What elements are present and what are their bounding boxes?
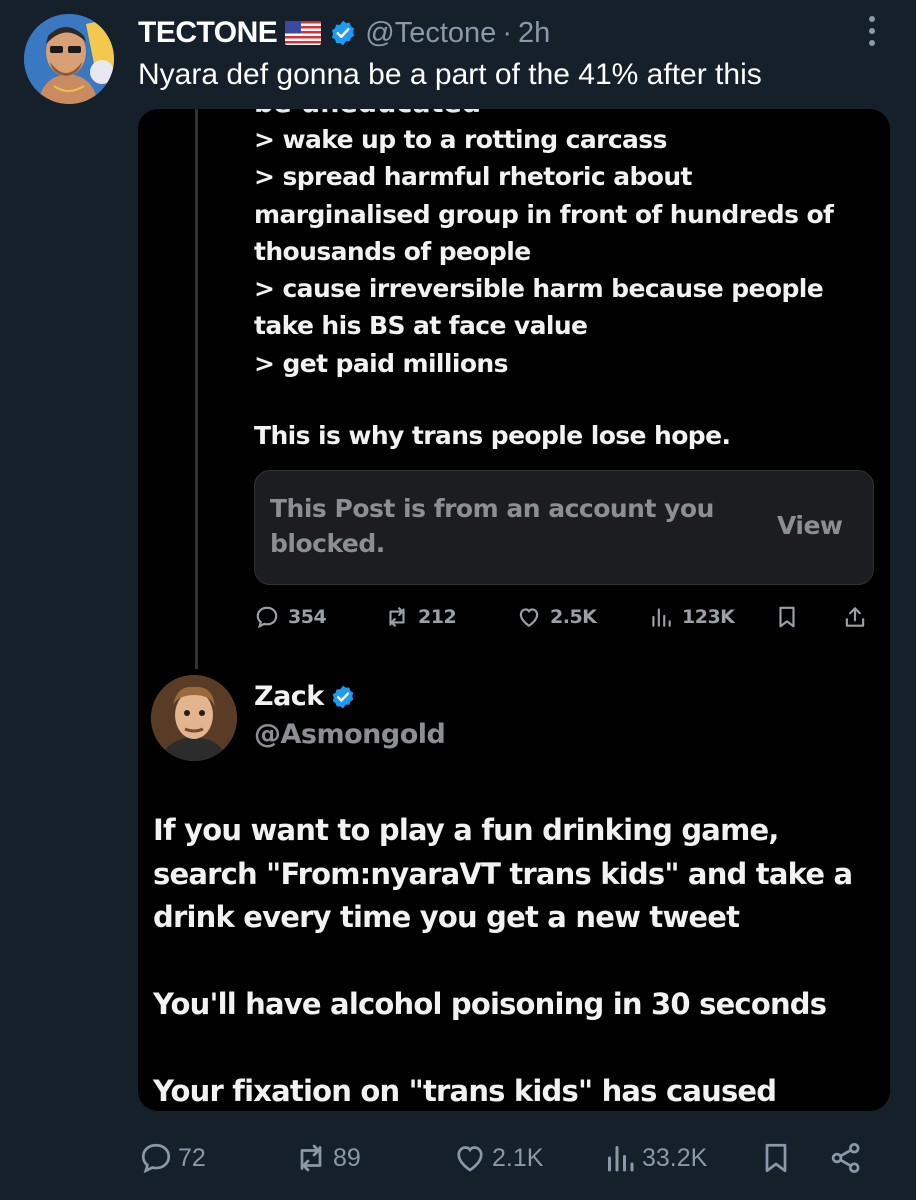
- post-time[interactable]: 2h: [518, 17, 550, 50]
- share-icon: [831, 1143, 860, 1173]
- blocked-post-notice: This Post is from an account you blocked…: [254, 470, 874, 585]
- thread-line: [195, 109, 198, 669]
- embedded-repost-count: 212: [418, 606, 457, 628]
- repost-count: 89: [333, 1143, 361, 1172]
- quote-blank-line: [153, 1027, 883, 1071]
- header-separator: ·: [502, 16, 512, 49]
- view-button[interactable]: View: [777, 511, 843, 540]
- embedded-bookmark[interactable]: [774, 602, 808, 632]
- quote-text: If you want to play a fun drinking game,…: [153, 809, 883, 1111]
- quote-avatar-image: [151, 675, 237, 761]
- share-button[interactable]: [828, 1138, 868, 1178]
- author-handle[interactable]: @Tectone: [365, 17, 496, 50]
- bookmark-button[interactable]: [758, 1138, 798, 1178]
- like-button[interactable]: 2.1K: [452, 1138, 543, 1178]
- views-icon: [652, 608, 671, 627]
- cut-off-text: be uneducated: [254, 109, 481, 119]
- views-icon: [608, 1146, 634, 1172]
- post-action-bar: 72 89 2.1K 33.2K: [138, 1138, 890, 1178]
- quote-author-name-row: Zack: [254, 681, 356, 712]
- quote-text-line: drink every time you get a new tweet: [153, 900, 740, 934]
- blocked-notice-text: This Post is from an account you blocked…: [270, 494, 714, 558]
- quote-text-line: search "From:nyaraVT trans kids" and tak…: [153, 856, 853, 891]
- embedded-like[interactable]: 2.5K: [516, 602, 597, 632]
- embedded-text-line: thousands of people: [254, 236, 531, 266]
- post: TECTONE @Tectone · 2h Nyara def gonna be…: [0, 0, 916, 1200]
- like-count: 2.1K: [492, 1143, 544, 1172]
- embedded-text-line: > get paid millions: [254, 348, 508, 378]
- post-media-image[interactable]: be uneducated > wake up to a rotting car…: [138, 109, 890, 1111]
- embedded-like-count: 2.5K: [550, 606, 597, 628]
- reply-icon: [141, 1143, 171, 1174]
- embedded-reply[interactable]: 354: [254, 602, 327, 632]
- bookmark-icon: [765, 1143, 787, 1173]
- author-avatar[interactable]: [24, 14, 114, 104]
- quote-author-name: Zack: [254, 681, 324, 712]
- more-options-icon[interactable]: [862, 14, 882, 48]
- embedded-conclusion: This is why trans people lose hope.: [254, 421, 731, 450]
- bookmark-icon: [779, 606, 795, 628]
- reply-count: 72: [178, 1143, 206, 1172]
- reply-button[interactable]: 72: [138, 1138, 206, 1178]
- reply-icon: [256, 606, 278, 629]
- embedded-post-text: > wake up to a rotting carcass > spread …: [254, 121, 874, 382]
- embedded-text-line: > spread harmful rhetoric about: [254, 162, 693, 192]
- embedded-repost[interactable]: 212: [384, 602, 457, 632]
- quote-author-handle: @Asmongold: [254, 719, 446, 750]
- share-icon: [845, 607, 865, 627]
- embedded-text-line: marginalised group in front of hundreds …: [254, 199, 834, 229]
- views-button[interactable]: 33.2K: [602, 1138, 707, 1178]
- embedded-share[interactable]: [842, 602, 876, 632]
- quote-blank-line: [153, 940, 883, 984]
- embedded-view-count: 123K: [682, 606, 735, 628]
- author-avatar-image: [24, 14, 114, 104]
- embedded-text-line: take his BS at face value: [254, 311, 588, 341]
- quote-verified-badge-icon: [332, 685, 354, 708]
- heart-icon: [457, 1146, 483, 1172]
- quote-text-line: Your fixation on "trans kids" has caused: [153, 1074, 777, 1108]
- quote-text-line: You'll have alcohol poisoning in 30 seco…: [153, 987, 827, 1021]
- post-text: Nyara def gonna be a part of the 41% aft…: [138, 58, 762, 91]
- embedded-reply-count: 354: [288, 606, 327, 628]
- embedded-views[interactable]: 123K: [648, 602, 735, 632]
- verified-badge-icon: [329, 19, 357, 47]
- quote-author-avatar: [151, 675, 237, 761]
- repost-button[interactable]: 89: [293, 1138, 361, 1178]
- heart-icon: [519, 608, 539, 627]
- embedded-text-line: > wake up to a rotting carcass: [254, 125, 667, 154]
- post-header: TECTONE @Tectone · 2h: [138, 13, 550, 53]
- author-display-name[interactable]: TECTONE: [138, 16, 278, 50]
- repost-icon: [300, 1144, 322, 1172]
- quote-text-line: If you want to play a fun drinking game,: [153, 813, 779, 847]
- us-flag-icon: [285, 21, 322, 45]
- view-count: 33.2K: [642, 1143, 708, 1172]
- repost-icon: [389, 607, 405, 627]
- embedded-text-line: > cause irreversible harm because people: [254, 274, 824, 304]
- embedded-action-bar: 354 212 2.5K 123K: [254, 602, 874, 632]
